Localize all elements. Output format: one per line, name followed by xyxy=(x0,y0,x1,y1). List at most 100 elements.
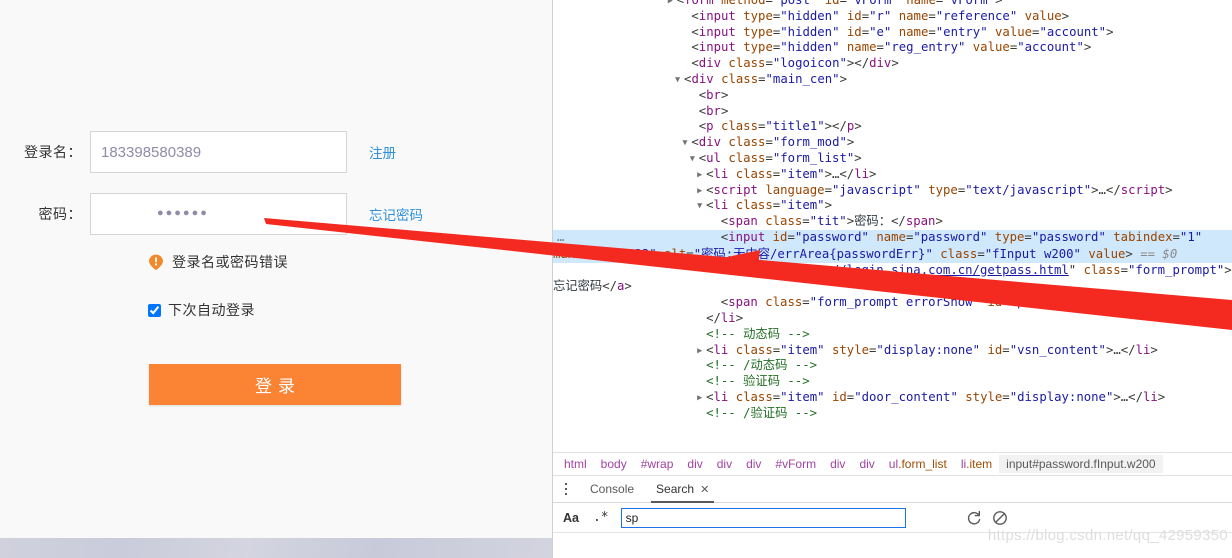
login-submit-button[interactable]: 登录 xyxy=(149,364,401,405)
dom-tree-line[interactable]: ▼ <ul class="form_list"> xyxy=(553,151,1232,167)
dom-tree-line[interactable]: ▼ <li class="item"> xyxy=(553,198,1232,214)
code-token-lnk[interactable]: https://login.sina.com.cn/getpass.html xyxy=(787,263,1068,277)
code-token-txt: … xyxy=(1113,342,1121,357)
code-token-attr: class xyxy=(728,150,766,165)
code-token-attr: style xyxy=(965,389,1003,404)
dom-tree-line[interactable]: <span class="form_prompt errorShow" id="… xyxy=(553,295,1232,311)
dom-tree-view[interactable]: ▶ <form method="post" id="vForm" name="vF… xyxy=(553,0,1232,452)
password-input[interactable] xyxy=(90,193,347,235)
dom-tree-line[interactable]: ▶ <script language="javascript" type="tex… xyxy=(553,183,1232,199)
code-token-attr: class xyxy=(735,198,773,213)
dom-tree-line[interactable]: <input type="hidden" id="r" name="refere… xyxy=(553,9,1232,25)
match-case-button[interactable]: Aa xyxy=(561,511,581,525)
breadcrumb-item[interactable]: ul.form_list xyxy=(882,455,954,473)
chevron-down-icon[interactable]: ▼ xyxy=(690,152,699,168)
tab-search[interactable]: Search ✕ xyxy=(645,476,720,503)
breadcrumb-item[interactable]: div xyxy=(680,455,709,473)
code-token-val: "1" xyxy=(1179,229,1203,244)
dom-tree-line[interactable]: <span class="tit">密码：</span> xyxy=(553,214,1232,230)
dom-tree-line[interactable]: ▼ <div class="form_mod"> xyxy=(553,135,1232,151)
breadcrumb-item[interactable]: li.item xyxy=(954,455,999,473)
search-input[interactable] xyxy=(620,507,906,528)
code-token-val: "javascript" xyxy=(831,182,921,197)
remember-me-row[interactable]: 下次自动登录 xyxy=(148,300,255,320)
dom-tree-line[interactable]: <div class="logoicon"></div> xyxy=(553,56,1232,72)
devtools-pane: ▶ <form method="post" id="vForm" name="vF… xyxy=(553,0,1232,558)
register-link[interactable]: 注册 xyxy=(369,142,396,162)
code-token-tag: ul xyxy=(706,150,721,165)
code-token-punct: = xyxy=(802,295,810,310)
chevron-right-icon[interactable]: ▶ xyxy=(697,184,706,200)
no-toggle-spacer xyxy=(712,296,721,312)
code-token-punct: = xyxy=(758,71,766,86)
breadcrumb-item[interactable]: body xyxy=(594,455,634,473)
remember-me-checkbox[interactable] xyxy=(148,303,161,317)
breadcrumb[interactable]: html body #wrap div div div #vForm div div ul.for… xyxy=(553,452,1232,476)
code-token-tag: a xyxy=(728,262,736,277)
breadcrumb-item[interactable]: input#password.fInput.w200 xyxy=(999,455,1163,473)
login-name-input[interactable] xyxy=(90,131,347,173)
breadcrumb-item[interactable]: html xyxy=(557,455,594,473)
code-token-attr: name xyxy=(876,229,906,244)
chevron-right-icon[interactable]: ▶ xyxy=(697,168,706,184)
dom-tree-line[interactable]: <!-- /验证码 --> xyxy=(553,406,1232,422)
code-token-tag: script xyxy=(1120,182,1166,197)
tab-console[interactable]: Console xyxy=(579,476,645,502)
dom-tree-line[interactable]: ▶ <li class="item" style="display:none" i… xyxy=(553,343,1232,359)
code-token-attr: type xyxy=(743,24,773,39)
dom-tree-line[interactable]: <!-- 动态码 --> xyxy=(553,327,1232,343)
dom-tree-line-selected[interactable]: … <input id="password" name="password" t… xyxy=(553,229,1232,263)
dom-tree-line[interactable]: ▼ <div class="main_cen"> xyxy=(553,72,1232,88)
dom-tree-line[interactable]: ▶ <form method="post" id="vForm" name="vF… xyxy=(553,0,1232,9)
forgot-password-link[interactable]: 忘记密码 xyxy=(369,204,423,224)
code-token-punct: < xyxy=(691,56,699,71)
dom-tree-line[interactable]: <p class="title1"></p> xyxy=(553,119,1232,135)
remember-me-label[interactable]: 下次自动登录 xyxy=(168,300,255,320)
breadcrumb-item-label: div xyxy=(859,457,875,471)
breadcrumb-item[interactable]: div xyxy=(852,455,881,473)
dom-tree-line[interactable]: <br> xyxy=(553,88,1232,104)
code-token-punct: < xyxy=(691,135,699,150)
dom-tree-line[interactable]: ▶ <li class="item" id="door_content" styl… xyxy=(553,390,1232,406)
dom-tree-line[interactable]: ▶ <li class="item">…</li> xyxy=(553,167,1232,183)
dom-tree-line[interactable]: <br> xyxy=(553,104,1232,120)
dom-tree-line[interactable]: <input type="hidden" id="e" name="entry"… xyxy=(553,25,1232,41)
code-token-val: "32" xyxy=(627,246,657,261)
chevron-down-icon[interactable]: ▼ xyxy=(697,199,706,215)
breadcrumb-item[interactable]: div xyxy=(710,455,739,473)
code-token-punct: = xyxy=(1002,342,1010,357)
code-token-val: "hidden" xyxy=(780,8,840,23)
code-token-val: "logoicon" xyxy=(772,56,847,71)
dom-tree-line[interactable]: <a href="https://login.sina.com.cn/getpa… xyxy=(553,263,1232,296)
code-token-val: "door_content" xyxy=(854,389,958,404)
chevron-right-icon[interactable]: ▶ xyxy=(697,344,706,360)
error-message-text: 登录名或密码错误 xyxy=(172,254,288,270)
more-vertical-icon[interactable] xyxy=(553,476,579,502)
dom-tree-line[interactable]: </li> xyxy=(553,311,1232,327)
code-token-punct: = xyxy=(1024,229,1032,244)
code-token-attr: class xyxy=(720,119,758,134)
breadcrumb-item[interactable]: div xyxy=(823,455,852,473)
use-regex-button[interactable]: .* xyxy=(591,510,611,525)
chevron-right-icon[interactable]: ▶ xyxy=(697,391,706,407)
breadcrumb-item[interactable]: div xyxy=(739,455,768,473)
dom-tree-line[interactable]: <input type="hidden" name="reg_entry" va… xyxy=(553,40,1232,56)
code-token-tag: script xyxy=(713,182,758,197)
code-token-attr: type xyxy=(743,40,773,55)
dom-tree-line[interactable]: <!-- /动态码 --> xyxy=(553,358,1232,374)
dom-tree-line[interactable]: <!-- 验证码 --> xyxy=(553,374,1232,390)
breadcrumb-item[interactable]: #vForm xyxy=(768,455,823,473)
code-token-val: "hidden" xyxy=(780,24,840,39)
code-token-attr: id xyxy=(824,0,840,7)
code-token-eq0: == $0 xyxy=(1132,246,1178,261)
chevron-down-icon[interactable]: ▼ xyxy=(675,73,684,89)
code-token-val: "vsn_content" xyxy=(1009,342,1106,357)
no-entry-icon[interactable] xyxy=(992,510,1008,526)
refresh-icon[interactable] xyxy=(966,510,982,526)
code-token-punct: = xyxy=(928,24,936,39)
close-icon[interactable]: ✕ xyxy=(700,483,709,496)
breadcrumb-item[interactable]: #wrap xyxy=(634,455,681,473)
code-token-attr: value xyxy=(995,24,1033,39)
code-token-punct: = xyxy=(765,0,773,7)
code-token-attr: class xyxy=(735,389,773,404)
